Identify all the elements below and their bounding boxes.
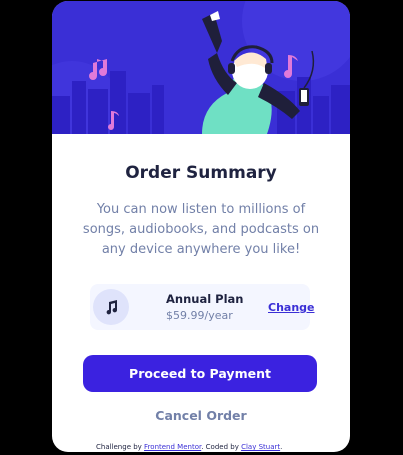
change-plan-link[interactable]: Change (268, 301, 315, 314)
order-summary-card: Order Summary You can now listen to mill… (52, 1, 350, 452)
attribution-suffix: . (280, 443, 283, 451)
proceed-to-payment-button[interactable]: Proceed to Payment (83, 355, 317, 392)
frontend-mentor-link[interactable]: Frontend Mentor (144, 443, 201, 451)
plan-price: $59.99/year (166, 309, 233, 322)
attribution-middle: . Coded by (201, 443, 239, 451)
attribution-prefix: Challenge by (96, 443, 142, 451)
description-text: You can now listen to millions of songs,… (82, 202, 320, 257)
attribution: Challenge by Frontend Mentor. Coded by C… (96, 443, 326, 451)
page-title: Order Summary (125, 163, 277, 183)
cancel-order-button[interactable]: Cancel Order (52, 408, 350, 423)
music-note-icon (93, 289, 129, 325)
author-link[interactable]: Clay Stuart (241, 443, 280, 451)
hero-illustration (52, 1, 350, 134)
plan-panel: Annual Plan $59.99/year Change (90, 284, 315, 330)
plan-name: Annual Plan (166, 292, 244, 306)
